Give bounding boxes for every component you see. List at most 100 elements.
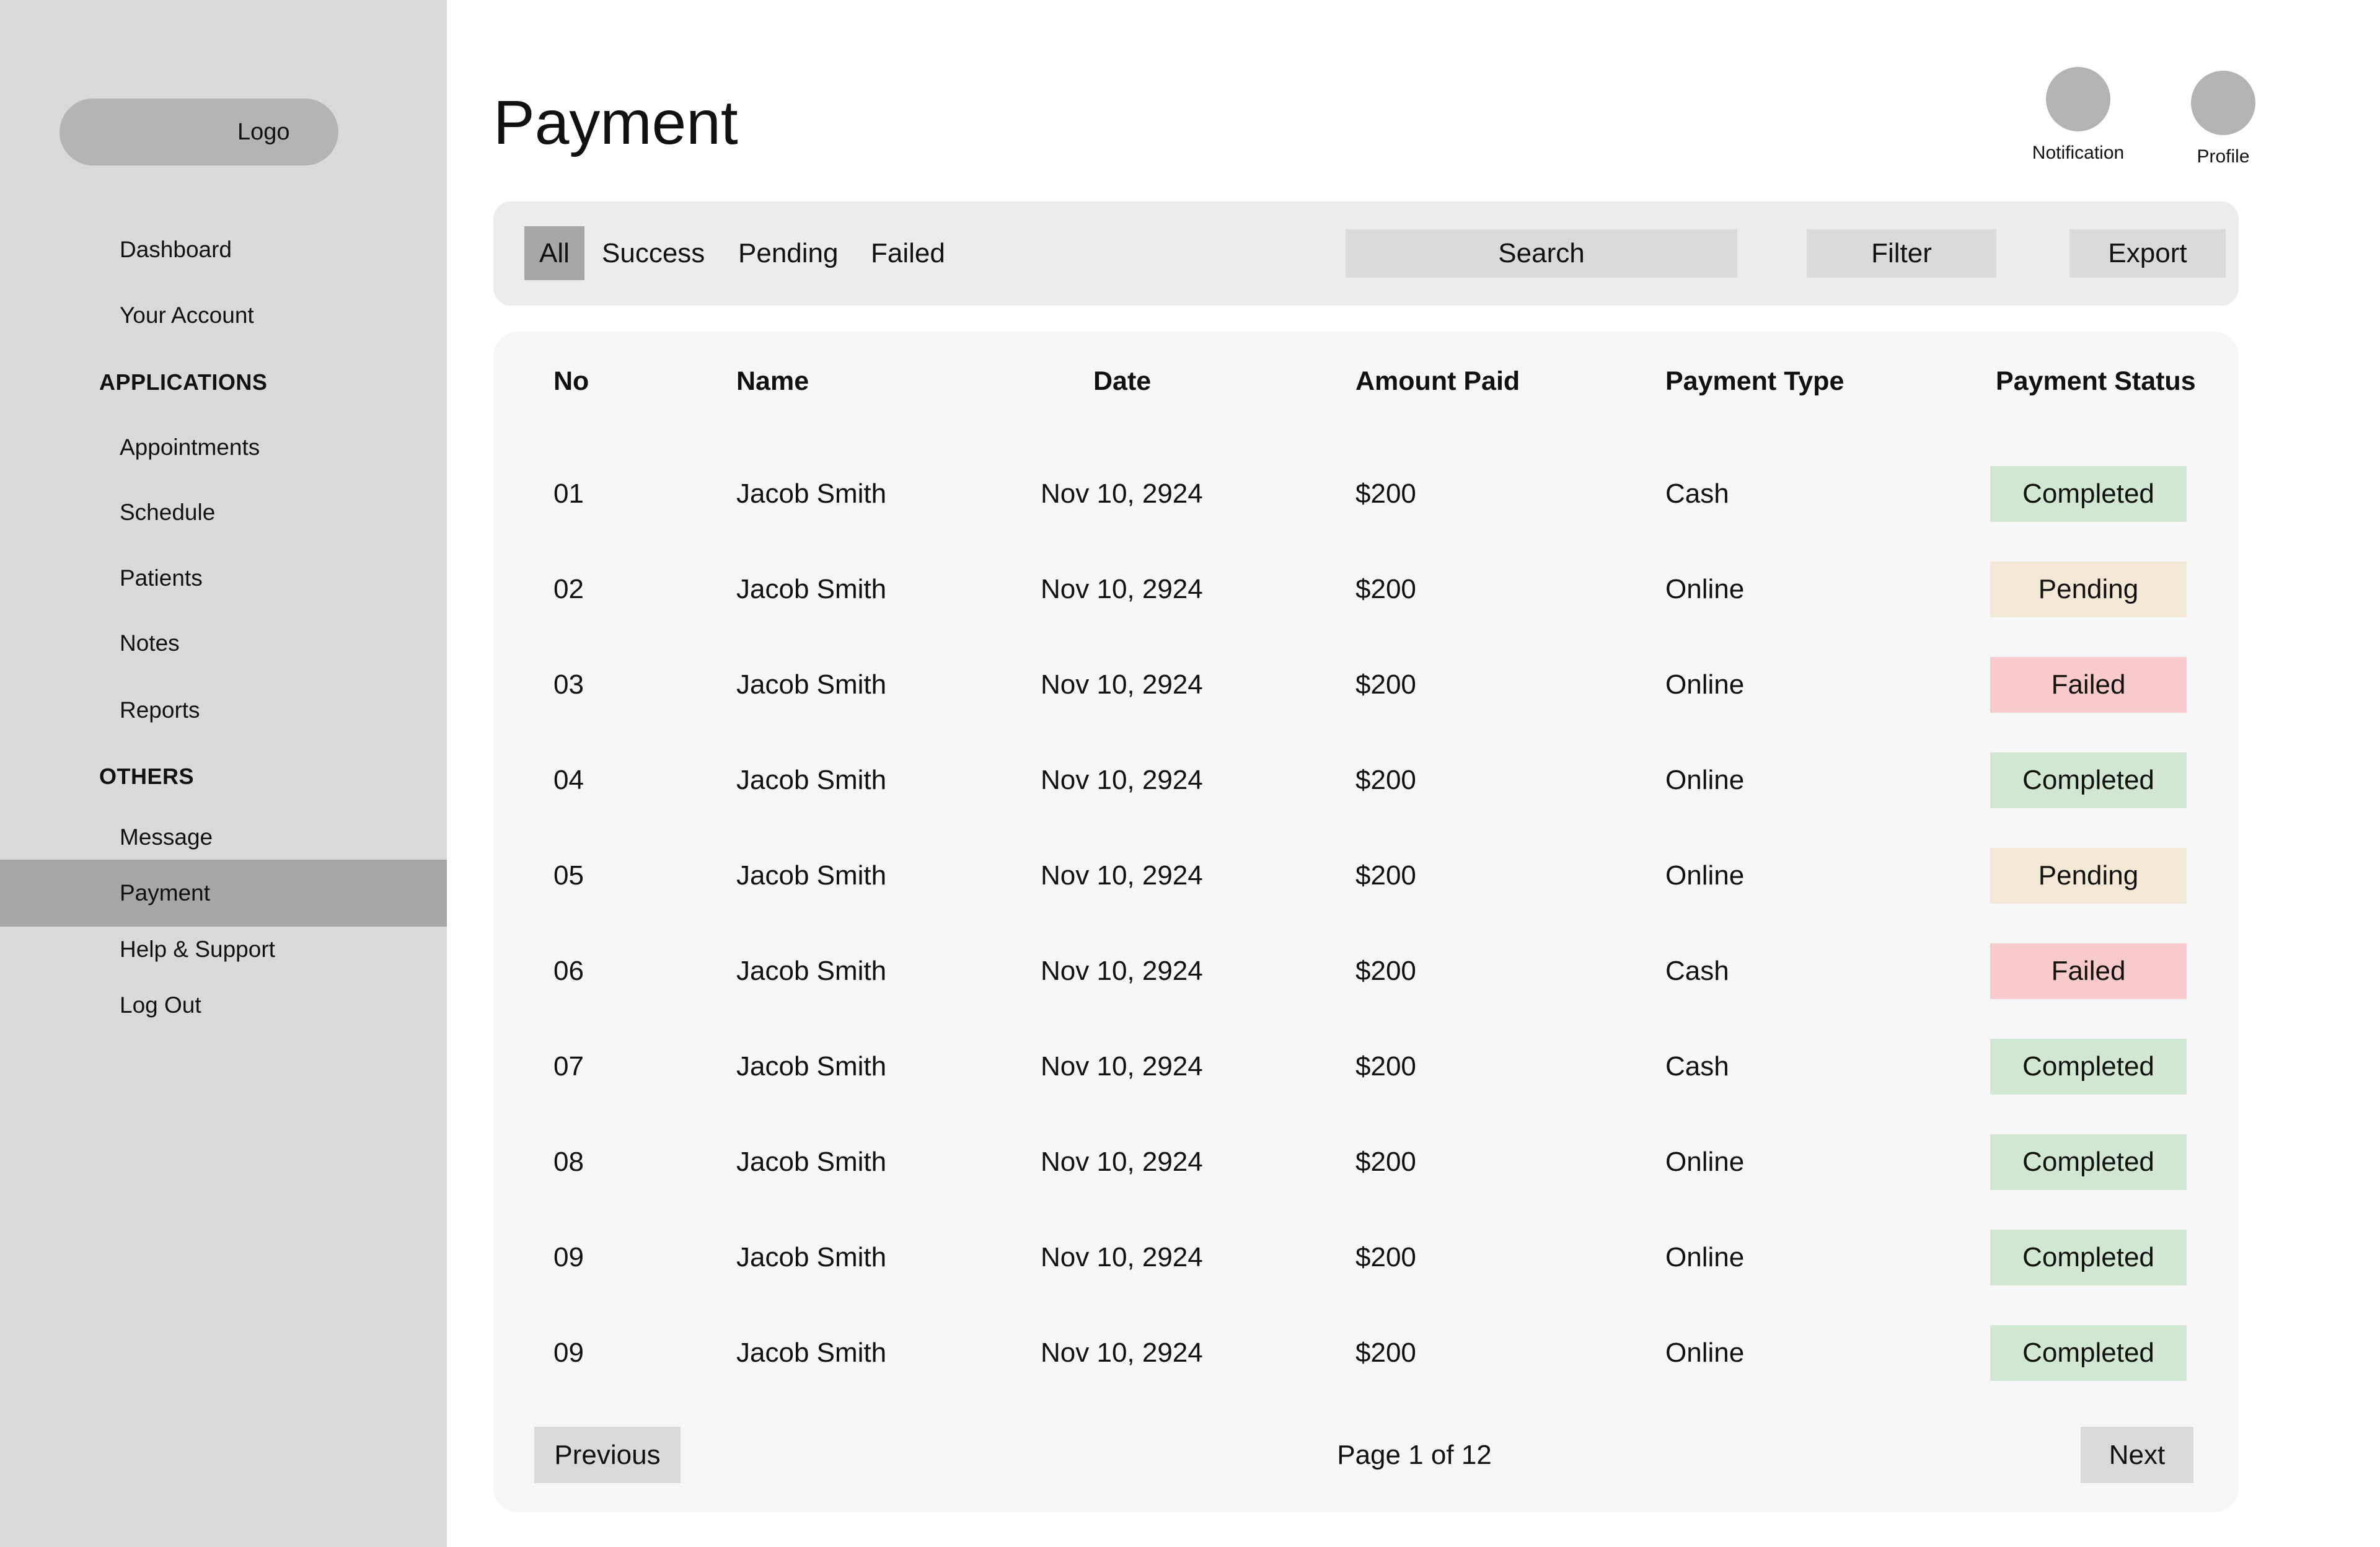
cell-no: 07 xyxy=(553,1051,584,1082)
column-header-payment-type: Payment Type xyxy=(1665,366,1844,396)
cell-date: Nov 10, 2924 xyxy=(1041,478,1203,509)
cell-name: Jacob Smith xyxy=(736,1051,887,1082)
cell-payment-type: Online xyxy=(1665,1338,1745,1368)
cell-payment-type: Online xyxy=(1665,765,1745,795)
status-badge: Completed xyxy=(1990,1230,2187,1285)
notification-icon xyxy=(2046,67,2110,131)
cell-date: Nov 10, 2924 xyxy=(1041,860,1203,891)
tab-success[interactable]: Success xyxy=(602,226,705,280)
status-badge: Completed xyxy=(1990,752,2187,808)
table-row[interactable]: 04 Jacob Smith Nov 10, 2924 $200 Online Compl… xyxy=(493,733,2239,827)
previous-button[interactable]: Previous xyxy=(534,1427,681,1483)
cell-date: Nov 10, 2924 xyxy=(1041,669,1203,700)
cell-amount: $200 xyxy=(1355,478,1416,509)
sidebar-item-dashboard[interactable]: Dashboard xyxy=(0,222,447,278)
table-row[interactable]: 02 Jacob Smith Nov 10, 2924 $200 Online Pendi… xyxy=(493,542,2239,637)
column-header-payment-status: Payment Status xyxy=(1996,366,2196,396)
sidebar-item-payment[interactable]: Payment xyxy=(0,860,447,927)
cell-date: Nov 10, 2924 xyxy=(1041,1242,1203,1272)
cell-amount: $200 xyxy=(1355,1242,1416,1272)
cell-name: Jacob Smith xyxy=(736,1338,887,1368)
cell-payment-type: Online xyxy=(1665,1242,1745,1272)
cell-name: Jacob Smith xyxy=(736,860,887,891)
tab-pending[interactable]: Pending xyxy=(738,226,838,280)
cell-payment-type: Cash xyxy=(1665,956,1729,986)
table-row[interactable]: 09 Jacob Smith Nov 10, 2924 $200 Online Compl… xyxy=(493,1210,2239,1305)
sidebar: Logo Dashboard Your Account APPLICATIONS… xyxy=(0,0,447,1547)
cell-payment-type: Online xyxy=(1665,669,1745,700)
sidebar-item-appointments[interactable]: Appointments xyxy=(0,420,447,475)
cell-amount: $200 xyxy=(1355,669,1416,700)
cell-name: Jacob Smith xyxy=(736,574,887,604)
export-button[interactable]: Export xyxy=(2069,229,2226,278)
status-badge: Pending xyxy=(1990,562,2187,617)
notification-label: Notification xyxy=(2032,143,2125,163)
cell-payment-type: Online xyxy=(1665,1147,1745,1177)
cell-no: 06 xyxy=(553,956,584,986)
cell-no: 02 xyxy=(553,574,584,604)
tab-all[interactable]: All xyxy=(524,226,584,280)
sidebar-item-your-account[interactable]: Your Account xyxy=(0,288,447,343)
cell-no: 09 xyxy=(553,1338,584,1368)
table-row[interactable]: 01 Jacob Smith Nov 10, 2924 $200 Cash Complet… xyxy=(493,446,2239,541)
logo[interactable]: Logo xyxy=(60,99,338,165)
cell-date: Nov 10, 2924 xyxy=(1041,1051,1203,1082)
cell-name: Jacob Smith xyxy=(736,765,887,795)
sidebar-section-others: OTHERS xyxy=(99,764,195,789)
table-row[interactable]: 05 Jacob Smith Nov 10, 2924 $200 Online Pendi… xyxy=(493,828,2239,923)
status-badge: Failed xyxy=(1990,657,2187,713)
avatar xyxy=(2191,71,2255,135)
table-row[interactable]: 06 Jacob Smith Nov 10, 2924 $200 Cash Failed xyxy=(493,923,2239,1018)
cell-date: Nov 10, 2924 xyxy=(1041,1147,1203,1177)
table-row[interactable]: 03 Jacob Smith Nov 10, 2924 $200 Online Faile… xyxy=(493,637,2239,732)
table-row[interactable]: 08 Jacob Smith Nov 10, 2924 $200 Online Compl… xyxy=(493,1114,2239,1209)
sidebar-item-log-out[interactable]: Log Out xyxy=(0,977,447,1033)
page-title: Payment xyxy=(493,88,738,157)
cell-no: 01 xyxy=(553,478,584,509)
cell-no: 08 xyxy=(553,1147,584,1177)
sidebar-item-notes[interactable]: Notes xyxy=(0,615,447,671)
next-button[interactable]: Next xyxy=(2081,1427,2193,1483)
logo-text: Logo xyxy=(237,119,290,145)
sidebar-item-patients[interactable]: Patients xyxy=(0,550,447,606)
cell-amount: $200 xyxy=(1355,860,1416,891)
cell-name: Jacob Smith xyxy=(736,1147,887,1177)
sidebar-item-help-support[interactable]: Help & Support xyxy=(0,922,447,977)
cell-amount: $200 xyxy=(1355,765,1416,795)
status-badge: Completed xyxy=(1990,1039,2187,1095)
sidebar-item-reports[interactable]: Reports xyxy=(0,682,447,738)
cell-amount: $200 xyxy=(1355,1338,1416,1368)
column-header-name: Name xyxy=(736,366,809,396)
cell-date: Nov 10, 2924 xyxy=(1041,574,1203,604)
profile-label: Profile xyxy=(2197,146,2250,167)
cell-amount: $200 xyxy=(1355,574,1416,604)
tab-failed[interactable]: Failed xyxy=(871,226,945,280)
search-input[interactable]: Search xyxy=(1346,229,1737,278)
filter-button[interactable]: Filter xyxy=(1807,229,1996,278)
cell-no: 09 xyxy=(553,1242,584,1272)
cell-name: Jacob Smith xyxy=(736,1242,887,1272)
cell-payment-type: Cash xyxy=(1665,1051,1729,1082)
status-badge: Completed xyxy=(1990,1325,2187,1381)
status-badge: Pending xyxy=(1990,848,2187,904)
cell-payment-type: Cash xyxy=(1665,478,1729,509)
cell-no: 04 xyxy=(553,765,584,795)
table-row[interactable]: 09 Jacob Smith Nov 10, 2924 $200 Online Compl… xyxy=(493,1305,2239,1400)
notification-button[interactable]: Notification xyxy=(2019,67,2137,164)
sidebar-item-message[interactable]: Message xyxy=(0,809,447,865)
cell-payment-type: Online xyxy=(1665,860,1745,891)
cell-date: Nov 10, 2924 xyxy=(1041,1338,1203,1368)
cell-amount: $200 xyxy=(1355,1147,1416,1177)
table-row[interactable]: 07 Jacob Smith Nov 10, 2924 $200 Cash Complet… xyxy=(493,1019,2239,1114)
cell-payment-type: Online xyxy=(1665,574,1745,604)
cell-name: Jacob Smith xyxy=(736,669,887,700)
cell-no: 05 xyxy=(553,860,584,891)
cell-date: Nov 10, 2924 xyxy=(1041,765,1203,795)
sidebar-item-schedule[interactable]: Schedule xyxy=(0,485,447,540)
payments-table: No Name Date Amount Paid Payment Type Pa… xyxy=(493,332,2239,1512)
cell-name: Jacob Smith xyxy=(736,478,887,509)
payment-toolbar: All Success Pending Failed Search Filter… xyxy=(493,201,2239,306)
profile-button[interactable]: Profile xyxy=(2164,71,2282,167)
cell-amount: $200 xyxy=(1355,1051,1416,1082)
column-header-amount-paid: Amount Paid xyxy=(1355,366,1520,396)
